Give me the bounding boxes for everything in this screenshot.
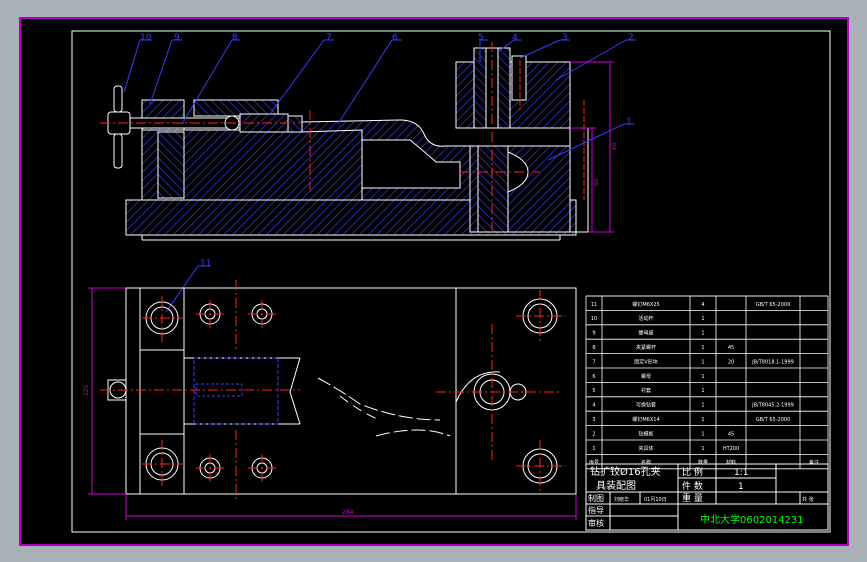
bom-cell-no: 8 [592, 345, 595, 351]
balloon-11: 11 [200, 259, 211, 269]
bom-cell-no: 11 [591, 302, 597, 308]
guide-label: 指导 [588, 505, 604, 515]
balloon-8: 8 [232, 33, 238, 43]
bom-cell-no: 5 [592, 388, 595, 394]
bom-header-qty: 数量 [698, 459, 708, 466]
weight-label: 重 量 [682, 492, 703, 504]
drawing-title-line1: 钻扩铰Ø16孔夹 [590, 465, 661, 478]
count-value: 1 [738, 482, 744, 492]
bom-cell-std: JB/T8018.1-1999 [751, 359, 794, 365]
balloon-9: 9 [174, 33, 180, 43]
bom-cell-name: 活动杆 [638, 315, 653, 322]
bom-cell-name: 螺钉M6X14 [632, 416, 659, 423]
bom-cell-std: GB/T 65-2000 [756, 417, 791, 423]
balloon-3: 3 [562, 33, 568, 43]
bom-cell-qty: 1 [701, 431, 704, 437]
bom-cell-no: 7 [592, 359, 595, 365]
balloon-7: 7 [326, 33, 332, 43]
bom-cell-name: 钻模板 [638, 430, 653, 437]
bom-cell-name: 夹具体 [638, 445, 653, 452]
bom-cell-no: 9 [592, 331, 595, 337]
bom-cell-qty: 1 [701, 417, 704, 423]
assembly-drawing: 10 9 8 7 6 5 4 3 2 1 11 60 80 125 284 11… [0, 0, 867, 562]
bom-cell-qty: 1 [701, 403, 704, 409]
dim-left-height: 125 [83, 384, 90, 396]
bom-cell-mat: 45 [728, 431, 734, 437]
bom-cell-no: 2 [592, 431, 595, 437]
bom-cell-no: 6 [592, 374, 595, 380]
balloon-6: 6 [392, 33, 398, 43]
school-id: 中北大学0602014231 [700, 513, 804, 526]
bom-cell-name: 螺母 [641, 373, 651, 380]
bom-cell-mat: 45 [728, 345, 734, 351]
balloon-4: 4 [512, 33, 518, 43]
bom-cell-name: 夹紧螺杆 [636, 344, 656, 351]
bom-cell-qty: 1 [701, 331, 704, 337]
bom-header-mat: 材料 [726, 459, 736, 466]
bom-cell-qty: 1 [701, 345, 704, 351]
balloon-5: 5 [478, 33, 484, 43]
bom-header-note: 备注 [809, 459, 819, 466]
draw-label: 制图 [588, 493, 604, 503]
bom-cell-mat: HT200 [723, 446, 739, 452]
bom-cell-no: 4 [592, 403, 595, 409]
bom-cell-no: 3 [592, 417, 595, 423]
bom-cell-mat: 20 [728, 359, 734, 365]
bom-cell-qty: 1 [701, 359, 704, 365]
bom-cell-qty: 4 [701, 302, 704, 308]
sheet-frame [19, 17, 849, 546]
balloon-10: 10 [140, 33, 152, 43]
drawing-title-line2: 具装配图 [596, 479, 636, 492]
sheet-label: 共 张 [802, 496, 814, 503]
bom-cell-name: 衬套 [641, 387, 651, 394]
drawer-name: 刘晓华 [614, 496, 629, 503]
bom-cell-qty: 1 [701, 446, 704, 452]
count-label: 件 数 [682, 480, 703, 492]
bom-header-name: 名称 [641, 459, 651, 466]
bom-cell-std: JB/T8045.2-1999 [751, 403, 794, 409]
bom-cell-std: GB/T 65-2000 [756, 302, 791, 308]
bom-cell-qty: 1 [701, 374, 704, 380]
bom-cell-qty: 1 [701, 388, 704, 394]
bom-cell-no: 10 [591, 316, 597, 322]
dim-height-b: 80 [593, 178, 600, 186]
balloon-1: 1 [626, 117, 632, 127]
review-label: 审核 [588, 518, 604, 528]
dim-height-a: 60 [611, 142, 618, 150]
scale-label: 比 例 [682, 466, 703, 478]
balloon-2: 2 [628, 33, 634, 43]
draw-date: 01月10日 [644, 497, 667, 503]
bom-header-no: 序号 [589, 459, 599, 466]
scale-value: 1:1 [734, 468, 748, 478]
bom-cell-name: 固定V形块 [634, 358, 657, 365]
cad-drawing-canvas: 10 9 8 7 6 5 4 3 2 1 11 60 80 125 284 11… [0, 0, 867, 562]
bom-cell-name: 螺钉M6X25 [632, 301, 659, 308]
dim-bottom-length: 284 [342, 509, 354, 516]
bom-cell-name: 可换钻套 [636, 402, 656, 409]
bom-cell-qty: 1 [701, 316, 704, 322]
bom-cell-no: 1 [592, 446, 595, 452]
bom-cell-name: 螺母座 [638, 330, 653, 337]
